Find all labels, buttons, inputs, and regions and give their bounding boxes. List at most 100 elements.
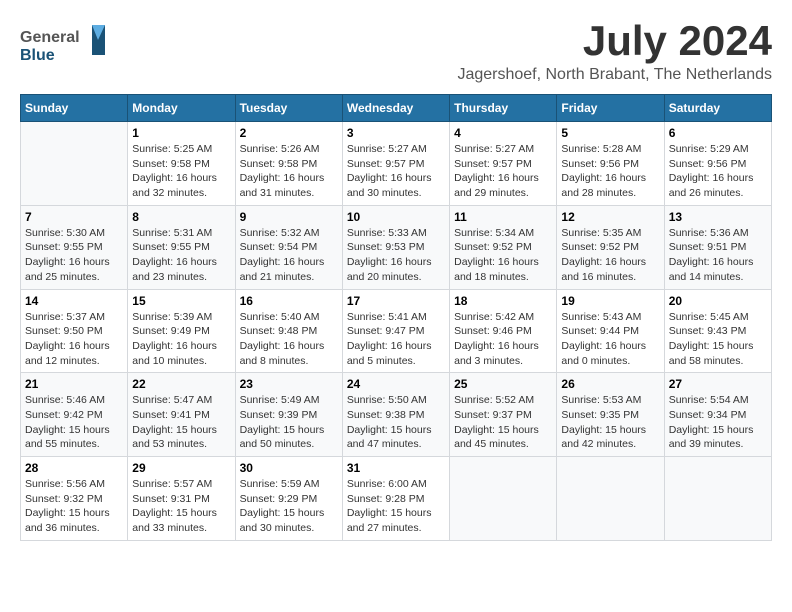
day-info: Sunrise: 5:45 AM Sunset: 9:43 PM Dayligh… — [669, 310, 767, 369]
calendar-week-row: 21 Sunrise: 5:46 AM Sunset: 9:42 PM Dayli… — [21, 373, 772, 457]
day-number: 26 — [561, 377, 659, 391]
calendar-week-row: 7 Sunrise: 5:30 AM Sunset: 9:55 PM Daylig… — [21, 205, 772, 289]
day-number: 30 — [240, 461, 338, 475]
calendar-day-cell: 17Sunrise: 5:41 AM Sunset: 9:47 PM Dayli… — [342, 289, 449, 373]
calendar-header-wednesday: Wednesday — [342, 95, 449, 122]
calendar-week-row: 14 Sunrise: 5:37 AM Sunset: 9:50 PM Dayli… — [21, 289, 772, 373]
calendar-header-saturday: Saturday — [664, 95, 771, 122]
calendar-day-cell: 28 Sunrise: 5:56 AM Sunset: 9:32 PM Dayli… — [21, 457, 128, 541]
day-info: Sunrise: 5:27 AM Sunset: 9:57 PM Dayligh… — [454, 142, 552, 201]
day-number: 23 — [240, 377, 338, 391]
day-number: 8 — [132, 210, 230, 224]
day-number: 7 — [25, 210, 123, 224]
calendar-table: SundayMondayTuesdayWednesdayThursdayFrid… — [20, 94, 772, 541]
day-number: 3 — [347, 126, 445, 140]
day-info: Sunrise: 5:29 AM Sunset: 9:56 PM Dayligh… — [669, 142, 767, 201]
day-number: 29 — [132, 461, 230, 475]
day-info: Sunrise: 5:41 AM Sunset: 9:47 PM Dayligh… — [347, 310, 445, 369]
calendar-day-cell: 4 Sunrise: 5:27 AM Sunset: 9:57 PM Daylig… — [450, 122, 557, 206]
calendar-day-cell: 22Sunrise: 5:47 AM Sunset: 9:41 PM Dayli… — [128, 373, 235, 457]
day-info: Sunrise: 5:27 AM Sunset: 9:57 PM Dayligh… — [347, 142, 445, 201]
day-number: 25 — [454, 377, 552, 391]
calendar-day-cell: 24Sunrise: 5:50 AM Sunset: 9:38 PM Dayli… — [342, 373, 449, 457]
calendar-week-row: 1 Sunrise: 5:25 AM Sunset: 9:58 PM Daylig… — [21, 122, 772, 206]
calendar-header-tuesday: Tuesday — [235, 95, 342, 122]
calendar-day-cell: 2Sunrise: 5:26 AM Sunset: 9:58 PM Daylig… — [235, 122, 342, 206]
logo-icon: General Blue — [20, 20, 110, 70]
day-info: Sunrise: 5:31 AM Sunset: 9:55 PM Dayligh… — [132, 226, 230, 285]
day-info: Sunrise: 6:00 AM Sunset: 9:28 PM Dayligh… — [347, 477, 445, 536]
calendar-day-cell: 30 Sunrise: 5:59 AM Sunset: 9:29 PM Dayli… — [235, 457, 342, 541]
calendar-week-row: 28 Sunrise: 5:56 AM Sunset: 9:32 PM Dayli… — [21, 457, 772, 541]
day-info: Sunrise: 5:59 AM Sunset: 9:29 PM Dayligh… — [240, 477, 338, 536]
day-number: 9 — [240, 210, 338, 224]
calendar-day-cell: 5 Sunrise: 5:28 AM Sunset: 9:56 PM Daylig… — [557, 122, 664, 206]
day-info: Sunrise: 5:57 AM Sunset: 9:31 PM Dayligh… — [132, 477, 230, 536]
day-number: 28 — [25, 461, 123, 475]
day-info: Sunrise: 5:56 AM Sunset: 9:32 PM Dayligh… — [25, 477, 123, 536]
calendar-day-cell: 23 Sunrise: 5:49 AM Sunset: 9:39 PM Dayli… — [235, 373, 342, 457]
day-info: Sunrise: 5:28 AM Sunset: 9:56 PM Dayligh… — [561, 142, 659, 201]
day-info: Sunrise: 5:42 AM Sunset: 9:46 PM Dayligh… — [454, 310, 552, 369]
day-number: 2 — [240, 126, 338, 140]
calendar-day-cell: 21 Sunrise: 5:46 AM Sunset: 9:42 PM Dayli… — [21, 373, 128, 457]
day-info: Sunrise: 5:43 AM Sunset: 9:44 PM Dayligh… — [561, 310, 659, 369]
day-number: 27 — [669, 377, 767, 391]
day-info: Sunrise: 5:50 AM Sunset: 9:38 PM Dayligh… — [347, 393, 445, 452]
calendar-header-row: SundayMondayTuesdayWednesdayThursdayFrid… — [21, 95, 772, 122]
day-info: Sunrise: 5:37 AM Sunset: 9:50 PM Dayligh… — [25, 310, 123, 369]
calendar-day-cell: 18 Sunrise: 5:42 AM Sunset: 9:46 PM Dayli… — [450, 289, 557, 373]
calendar-day-cell: 27 Sunrise: 5:54 AM Sunset: 9:34 PM Dayli… — [664, 373, 771, 457]
day-info: Sunrise: 5:33 AM Sunset: 9:53 PM Dayligh… — [347, 226, 445, 285]
day-info: Sunrise: 5:49 AM Sunset: 9:39 PM Dayligh… — [240, 393, 338, 452]
day-info: Sunrise: 5:34 AM Sunset: 9:52 PM Dayligh… — [454, 226, 552, 285]
day-number: 11 — [454, 210, 552, 224]
calendar-day-cell: 10 Sunrise: 5:33 AM Sunset: 9:53 PM Dayli… — [342, 205, 449, 289]
calendar-header-sunday: Sunday — [21, 95, 128, 122]
day-info: Sunrise: 5:54 AM Sunset: 9:34 PM Dayligh… — [669, 393, 767, 452]
calendar-day-cell: 12 Sunrise: 5:35 AM Sunset: 9:52 PM Dayli… — [557, 205, 664, 289]
day-number: 21 — [25, 377, 123, 391]
calendar-day-cell: 14 Sunrise: 5:37 AM Sunset: 9:50 PM Dayli… — [21, 289, 128, 373]
calendar-empty-cell — [21, 122, 128, 206]
calendar-day-cell: 31 Sunrise: 6:00 AM Sunset: 9:28 PM Dayli… — [342, 457, 449, 541]
day-number: 19 — [561, 294, 659, 308]
calendar-day-cell: 25 Sunrise: 5:52 AM Sunset: 9:37 PM Dayli… — [450, 373, 557, 457]
day-info: Sunrise: 5:30 AM Sunset: 9:55 PM Dayligh… — [25, 226, 123, 285]
day-number: 4 — [454, 126, 552, 140]
day-info: Sunrise: 5:47 AM Sunset: 9:41 PM Dayligh… — [132, 393, 230, 452]
calendar-header-thursday: Thursday — [450, 95, 557, 122]
day-number: 10 — [347, 210, 445, 224]
day-number: 13 — [669, 210, 767, 224]
svg-text:General: General — [20, 29, 80, 46]
logo: General Blue — [20, 20, 110, 75]
logo-content: General Blue — [20, 20, 110, 75]
calendar-day-cell: 15Sunrise: 5:39 AM Sunset: 9:49 PM Dayli… — [128, 289, 235, 373]
day-number: 6 — [669, 126, 767, 140]
day-number: 31 — [347, 461, 445, 475]
day-number: 14 — [25, 294, 123, 308]
calendar-day-cell: 9Sunrise: 5:32 AM Sunset: 9:54 PM Daylig… — [235, 205, 342, 289]
month-title: July 2024 — [457, 20, 772, 62]
day-number: 18 — [454, 294, 552, 308]
calendar-day-cell: 13Sunrise: 5:36 AM Sunset: 9:51 PM Dayli… — [664, 205, 771, 289]
calendar-day-cell: 8 Sunrise: 5:31 AM Sunset: 9:55 PM Daylig… — [128, 205, 235, 289]
calendar-day-cell: 26Sunrise: 5:53 AM Sunset: 9:35 PM Dayli… — [557, 373, 664, 457]
day-number: 12 — [561, 210, 659, 224]
day-info: Sunrise: 5:46 AM Sunset: 9:42 PM Dayligh… — [25, 393, 123, 452]
calendar-day-cell: 11 Sunrise: 5:34 AM Sunset: 9:52 PM Dayli… — [450, 205, 557, 289]
day-info: Sunrise: 5:25 AM Sunset: 9:58 PM Dayligh… — [132, 142, 230, 201]
calendar-day-cell: 20Sunrise: 5:45 AM Sunset: 9:43 PM Dayli… — [664, 289, 771, 373]
day-number: 5 — [561, 126, 659, 140]
calendar-day-cell: 19 Sunrise: 5:43 AM Sunset: 9:44 PM Dayli… — [557, 289, 664, 373]
day-number: 16 — [240, 294, 338, 308]
day-info: Sunrise: 5:52 AM Sunset: 9:37 PM Dayligh… — [454, 393, 552, 452]
day-info: Sunrise: 5:35 AM Sunset: 9:52 PM Dayligh… — [561, 226, 659, 285]
title-section: July 2024 Jagershoef, North Brabant, The… — [457, 20, 772, 84]
calendar-header-friday: Friday — [557, 95, 664, 122]
day-info: Sunrise: 5:39 AM Sunset: 9:49 PM Dayligh… — [132, 310, 230, 369]
day-number: 1 — [132, 126, 230, 140]
calendar-day-cell: 29 Sunrise: 5:57 AM Sunset: 9:31 PM Dayli… — [128, 457, 235, 541]
calendar-empty-cell — [450, 457, 557, 541]
day-info: Sunrise: 5:40 AM Sunset: 9:48 PM Dayligh… — [240, 310, 338, 369]
